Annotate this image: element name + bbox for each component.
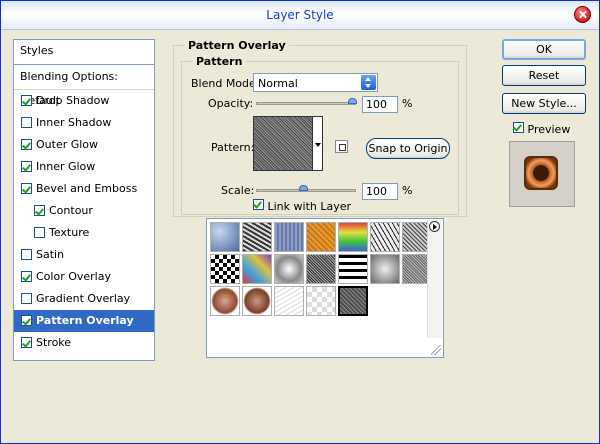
- style-preview-thumbnail: [509, 141, 575, 207]
- style-item-label: Color Overlay: [36, 270, 111, 283]
- scale-label: Scale:: [221, 184, 255, 197]
- picker-scrollbar[interactable]: [427, 220, 442, 338]
- checkbox-icon: [253, 199, 264, 210]
- pattern-dropdown-icon[interactable]: [313, 116, 323, 171]
- checkbox-icon[interactable]: [21, 95, 32, 106]
- style-item-label: Outer Glow: [36, 138, 99, 151]
- pattern-preset-swatch[interactable]: [306, 286, 336, 316]
- close-icon[interactable]: [574, 6, 591, 23]
- pattern-swatch[interactable]: [253, 116, 313, 171]
- pattern-overlay-title: Pattern Overlay: [185, 39, 289, 52]
- pattern-label: Pattern:: [211, 141, 255, 154]
- scale-slider-thumb[interactable]: [299, 185, 308, 191]
- style-item-texture[interactable]: Texture: [14, 222, 154, 244]
- pattern-preset-swatch[interactable]: [274, 254, 304, 284]
- ok-button[interactable]: OK: [502, 39, 586, 60]
- opacity-slider[interactable]: [256, 102, 356, 105]
- opacity-slider-thumb[interactable]: [348, 98, 357, 104]
- checkbox-icon[interactable]: [21, 271, 32, 282]
- style-item-label: Stroke: [36, 336, 72, 349]
- pattern-preset-swatch[interactable]: [274, 222, 304, 252]
- checkbox-icon[interactable]: [21, 293, 32, 304]
- pattern-picker: [206, 218, 444, 358]
- style-item-satin[interactable]: Satin: [14, 244, 154, 266]
- preview-checkbox[interactable]: Preview: [513, 122, 570, 136]
- opacity-input[interactable]: 100: [362, 96, 398, 113]
- pattern-preset-swatch[interactable]: [370, 254, 400, 284]
- new-preset-icon[interactable]: [335, 140, 348, 153]
- pattern-preset-swatch[interactable]: [242, 286, 272, 316]
- pattern-picker-menu-icon[interactable]: [429, 221, 440, 232]
- pattern-preset-swatch[interactable]: [306, 222, 336, 252]
- style-item-inner-shadow[interactable]: Inner Shadow: [14, 112, 154, 134]
- checkbox-icon[interactable]: [21, 249, 32, 260]
- snap-to-origin-button[interactable]: Snap to Origin: [366, 138, 450, 159]
- style-item-label: Texture: [49, 226, 90, 239]
- checkbox-icon[interactable]: [21, 161, 32, 172]
- style-item-color-overlay[interactable]: Color Overlay: [14, 266, 154, 288]
- pattern-preset-swatch[interactable]: [338, 222, 368, 252]
- style-item-inner-glow[interactable]: Inner Glow: [14, 156, 154, 178]
- reset-button[interactable]: Reset: [502, 65, 586, 86]
- blend-mode-label: Blend Mode:: [191, 77, 260, 90]
- pattern-preset-swatch[interactable]: [242, 222, 272, 252]
- checkbox-icon[interactable]: [21, 315, 32, 326]
- style-item-stroke[interactable]: Stroke: [14, 332, 154, 354]
- pattern-preset-swatch[interactable]: [338, 254, 368, 284]
- style-item-label: Contour: [49, 204, 93, 217]
- pattern-preset-swatch[interactable]: [274, 286, 304, 316]
- style-item-label: Satin: [36, 248, 65, 261]
- style-item-bevel-and-emboss[interactable]: Bevel and Emboss: [14, 178, 154, 200]
- checkbox-icon[interactable]: [21, 337, 32, 348]
- style-item-drop-shadow[interactable]: Drop Shadow: [14, 90, 154, 112]
- checkbox-icon: [513, 122, 524, 133]
- checkbox-icon[interactable]: [34, 205, 45, 216]
- window-title: Layer Style: [266, 8, 334, 22]
- style-item-outer-glow[interactable]: Outer Glow: [14, 134, 154, 156]
- style-item-label: Gradient Overlay: [36, 292, 131, 305]
- link-with-layer-checkbox[interactable]: Link with Layer: [253, 199, 351, 213]
- pattern-section-title: Pattern: [193, 55, 246, 68]
- style-item-pattern-overlay[interactable]: Pattern Overlay: [14, 310, 154, 332]
- style-item-contour[interactable]: Contour: [14, 200, 154, 222]
- checkbox-icon[interactable]: [34, 227, 45, 238]
- preview-swatch: [524, 156, 558, 190]
- style-item-label: Inner Glow: [36, 160, 96, 173]
- blending-options-item[interactable]: Blending Options: Default: [14, 65, 154, 107]
- new-style-button[interactable]: New Style...: [502, 93, 586, 114]
- pattern-preset-swatch[interactable]: [370, 222, 400, 252]
- opacity-unit: %: [402, 97, 413, 110]
- opacity-label: Opacity:: [208, 97, 254, 110]
- preview-label: Preview: [527, 123, 571, 136]
- checkbox-icon[interactable]: [21, 117, 32, 128]
- pattern-preset-swatch[interactable]: [210, 286, 240, 316]
- blend-mode-select[interactable]: Normal: [253, 73, 378, 92]
- style-item-gradient-overlay[interactable]: Gradient Overlay: [14, 288, 154, 310]
- checkbox-icon[interactable]: [21, 139, 32, 150]
- pattern-preset-swatch[interactable]: [210, 222, 240, 252]
- checkbox-icon[interactable]: [21, 183, 32, 194]
- resize-grip-icon[interactable]: [431, 345, 441, 355]
- layer-style-dialog: Layer Style Styles Blending Options: Def…: [0, 0, 600, 444]
- styles-header[interactable]: Styles: [14, 40, 154, 65]
- scale-unit: %: [402, 184, 413, 197]
- blend-mode-value: Normal: [258, 77, 298, 90]
- style-item-label: Inner Shadow: [36, 116, 112, 129]
- style-item-label: Bevel and Emboss: [36, 182, 138, 195]
- title-bar: Layer Style: [1, 1, 599, 30]
- link-with-layer-label: Link with Layer: [267, 200, 352, 213]
- pattern-preset-swatch[interactable]: [242, 254, 272, 284]
- pattern-preset-swatch[interactable]: [338, 286, 368, 316]
- pattern-preset-swatch[interactable]: [210, 254, 240, 284]
- pattern-preset-swatch[interactable]: [306, 254, 336, 284]
- select-arrows-icon: [361, 75, 376, 90]
- style-item-label: Pattern Overlay: [36, 314, 134, 327]
- styles-list: Styles Blending Options: Default Drop Sh…: [13, 39, 155, 361]
- style-item-label: Drop Shadow: [36, 94, 110, 107]
- scale-input[interactable]: 100: [362, 183, 398, 200]
